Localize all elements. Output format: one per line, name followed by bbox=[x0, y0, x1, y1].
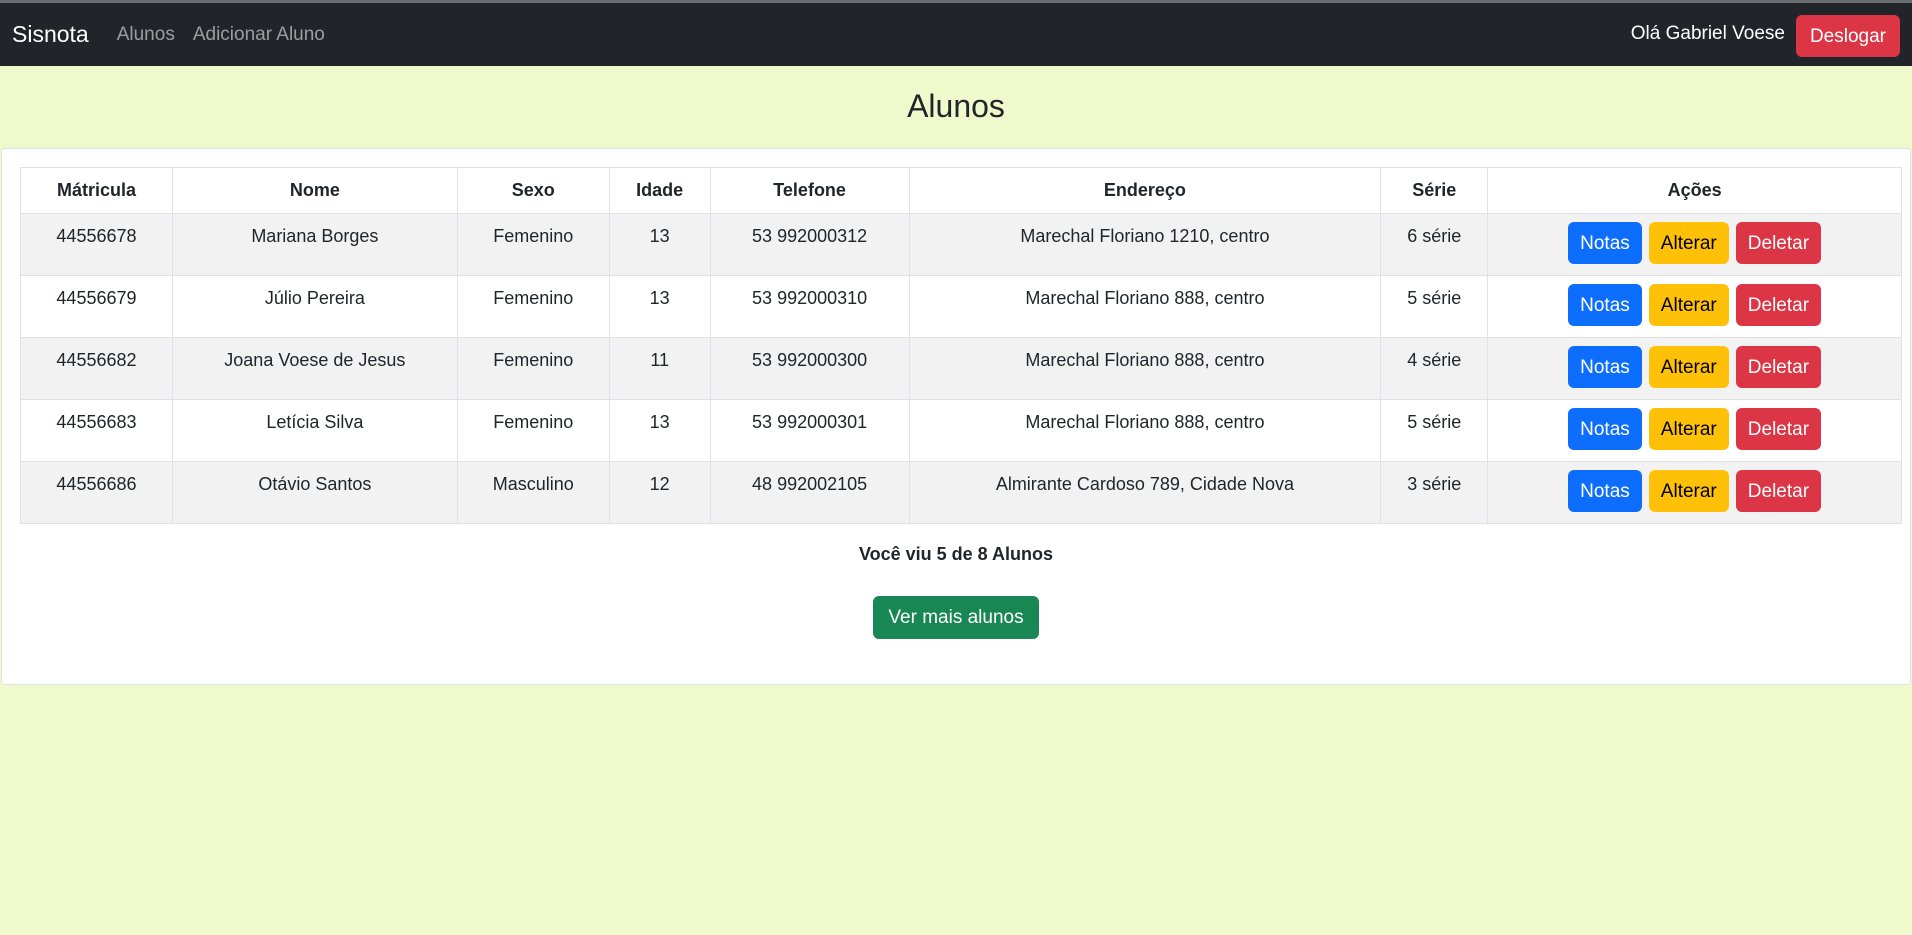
cell-idade: 12 bbox=[608, 461, 711, 524]
table-row: 44556683 Letícia Silva Femenino 13 53 99… bbox=[20, 399, 1902, 462]
table-row: 44556682 Joana Voese de Jesus Femenino 1… bbox=[20, 337, 1902, 400]
cell-telefone: 53 992000300 bbox=[709, 337, 910, 400]
cell-idade: 13 bbox=[608, 275, 711, 338]
cell-serie: 6 série bbox=[1380, 213, 1489, 276]
cell-nome: Letícia Silva bbox=[171, 399, 458, 462]
brand-link[interactable]: Sisnota bbox=[12, 21, 89, 48]
cell-endereco: Marechal Floriano 888, centro bbox=[908, 399, 1382, 462]
header-matricula: Mátricula bbox=[20, 167, 173, 214]
header-telefone: Telefone bbox=[709, 167, 910, 214]
table-row: 44556686 Otávio Santos Masculino 12 48 9… bbox=[20, 461, 1902, 524]
table-row: 44556678 Mariana Borges Femenino 13 53 9… bbox=[20, 213, 1902, 276]
cell-serie: 5 série bbox=[1380, 399, 1489, 462]
deletar-button[interactable]: Deletar bbox=[1735, 470, 1822, 512]
cell-telefone: 48 992002105 bbox=[709, 461, 910, 524]
cell-idade: 13 bbox=[608, 399, 711, 462]
cell-telefone: 53 992000312 bbox=[709, 213, 910, 276]
header-nome: Nome bbox=[171, 167, 458, 214]
nav-link-alunos[interactable]: Alunos bbox=[117, 24, 175, 46]
cell-sexo: Femenino bbox=[456, 337, 610, 400]
students-card: Mátricula Nome Sexo Idade Telefone Ender… bbox=[1, 148, 1911, 685]
header-sexo: Sexo bbox=[456, 167, 610, 214]
cell-acoes: Notas Alterar Deletar bbox=[1487, 275, 1902, 338]
cell-nome: Júlio Pereira bbox=[171, 275, 458, 338]
notas-button[interactable]: Notas bbox=[1568, 346, 1642, 388]
cell-endereco: Marechal Floriano 888, centro bbox=[908, 275, 1382, 338]
cell-serie: 3 série bbox=[1380, 461, 1489, 524]
cell-serie: 5 série bbox=[1380, 275, 1489, 338]
alterar-button[interactable]: Alterar bbox=[1648, 408, 1729, 450]
cell-endereco: Marechal Floriano 1210, centro bbox=[908, 213, 1382, 276]
cell-matricula: 44556683 bbox=[20, 399, 173, 462]
cell-telefone: 53 992000310 bbox=[709, 275, 910, 338]
alterar-button[interactable]: Alterar bbox=[1648, 222, 1729, 264]
cell-acoes: Notas Alterar Deletar bbox=[1487, 337, 1902, 400]
cell-sexo: Masculino bbox=[456, 461, 610, 524]
page-title: Alunos bbox=[907, 88, 1005, 124]
pagination-summary: Você viu 5 de 8 Alunos bbox=[858, 544, 1054, 564]
alterar-button[interactable]: Alterar bbox=[1648, 346, 1729, 388]
students-table: Mátricula Nome Sexo Idade Telefone Ender… bbox=[20, 167, 1902, 524]
deletar-button[interactable]: Deletar bbox=[1735, 222, 1822, 264]
cell-sexo: Femenino bbox=[456, 275, 610, 338]
logout-button[interactable]: Deslogar bbox=[1795, 15, 1900, 57]
cell-acoes: Notas Alterar Deletar bbox=[1487, 399, 1902, 462]
header-idade: Idade bbox=[608, 167, 711, 214]
deletar-button[interactable]: Deletar bbox=[1735, 408, 1822, 450]
alterar-button[interactable]: Alterar bbox=[1648, 470, 1729, 512]
cell-endereco: Marechal Floriano 888, centro bbox=[908, 337, 1382, 400]
cell-acoes: Notas Alterar Deletar bbox=[1487, 213, 1902, 276]
header-endereco: Endereço bbox=[908, 167, 1382, 214]
header-acoes: Ações bbox=[1487, 167, 1902, 214]
load-more-button[interactable]: Ver mais alunos bbox=[873, 596, 1039, 639]
user-greeting: Olá Gabriel Voese bbox=[1630, 23, 1785, 44]
notas-button[interactable]: Notas bbox=[1568, 222, 1642, 264]
cell-serie: 4 série bbox=[1380, 337, 1489, 400]
nav-link-adicionar-aluno[interactable]: Adicionar Aluno bbox=[193, 24, 325, 46]
cell-nome: Otávio Santos bbox=[171, 461, 458, 524]
table-header-row: Mátricula Nome Sexo Idade Telefone Ender… bbox=[20, 167, 1902, 214]
cell-matricula: 44556679 bbox=[20, 275, 173, 338]
navbar: Sisnota Alunos Adicionar Aluno Olá Gabri… bbox=[0, 3, 1912, 66]
cell-nome: Mariana Borges bbox=[171, 213, 458, 276]
cell-idade: 11 bbox=[608, 337, 711, 400]
cell-acoes: Notas Alterar Deletar bbox=[1487, 461, 1902, 524]
alterar-button[interactable]: Alterar bbox=[1648, 284, 1729, 326]
cell-nome: Joana Voese de Jesus bbox=[171, 337, 458, 400]
notas-button[interactable]: Notas bbox=[1568, 408, 1642, 450]
cell-telefone: 53 992000301 bbox=[709, 399, 910, 462]
notas-button[interactable]: Notas bbox=[1568, 284, 1642, 326]
cell-matricula: 44556682 bbox=[20, 337, 173, 400]
cell-idade: 13 bbox=[608, 213, 711, 276]
notas-button[interactable]: Notas bbox=[1568, 470, 1642, 512]
load-more-area: Ver mais alunos bbox=[2, 596, 1910, 639]
table-row: 44556679 Júlio Pereira Femenino 13 53 99… bbox=[20, 275, 1902, 338]
cell-matricula: 44556678 bbox=[20, 213, 173, 276]
cell-sexo: Femenino bbox=[456, 399, 610, 462]
navbar-user-area: Olá Gabriel Voese Deslogar bbox=[1631, 15, 1900, 57]
cell-endereco: Almirante Cardoso 789, Cidade Nova bbox=[908, 461, 1382, 524]
deletar-button[interactable]: Deletar bbox=[1735, 284, 1822, 326]
cell-matricula: 44556686 bbox=[20, 461, 173, 524]
cell-sexo: Femenino bbox=[456, 213, 610, 276]
header-serie: Série bbox=[1380, 167, 1489, 214]
deletar-button[interactable]: Deletar bbox=[1735, 346, 1822, 388]
